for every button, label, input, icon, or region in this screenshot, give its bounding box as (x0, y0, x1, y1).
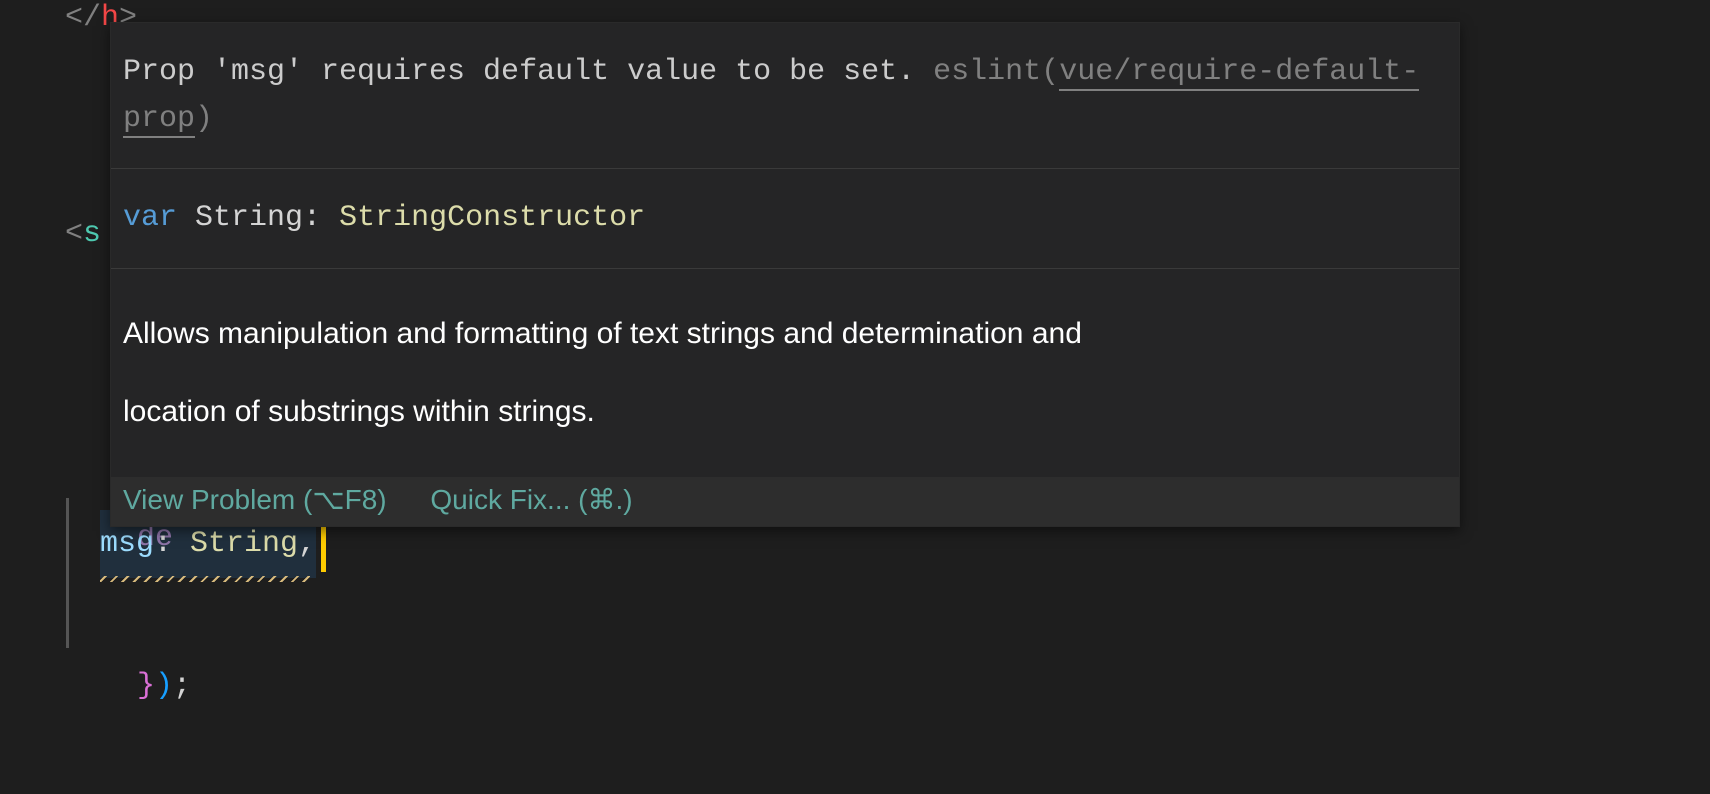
editor-hover-tooltip: Prop 'msg' requires default value to be … (110, 22, 1460, 527)
quick-fix-action[interactable]: Quick Fix... (⌘.) (430, 483, 632, 516)
hover-type-section: var String: StringConstructor (111, 168, 1459, 268)
closing-paren: ) (155, 669, 173, 703)
view-problem-action[interactable]: View Problem (⌥F8) (123, 483, 387, 516)
prop-key: msg (100, 527, 154, 561)
doc-line: location of substrings within strings. (123, 373, 1447, 451)
prop-type: String (190, 527, 298, 561)
closing-brace: } (137, 669, 155, 703)
hover-doc-section: Allows manipulation and formatting of te… (111, 268, 1459, 477)
semicolon: ; (173, 669, 191, 703)
code-line[interactable]: }); (65, 578, 191, 794)
code-line[interactable]: <s (65, 198, 101, 270)
signature-type: StringConstructor (339, 201, 645, 235)
hover-actions-bar: View Problem (⌥F8) Quick Fix... (⌘.) (111, 477, 1459, 526)
signature-keyword: var (123, 201, 195, 235)
doc-line: Allows manipulation and formatting of te… (123, 295, 1447, 373)
signature-name: String (195, 201, 303, 235)
eslint-message: Prop 'msg' requires default value to be … (123, 55, 933, 89)
eslint-source: eslint (933, 55, 1041, 89)
hover-eslint-section: Prop 'msg' requires default value to be … (111, 23, 1459, 168)
code-editor[interactable]: </h> </ <s im de msg: String, }); Prop '… (0, 0, 1710, 752)
